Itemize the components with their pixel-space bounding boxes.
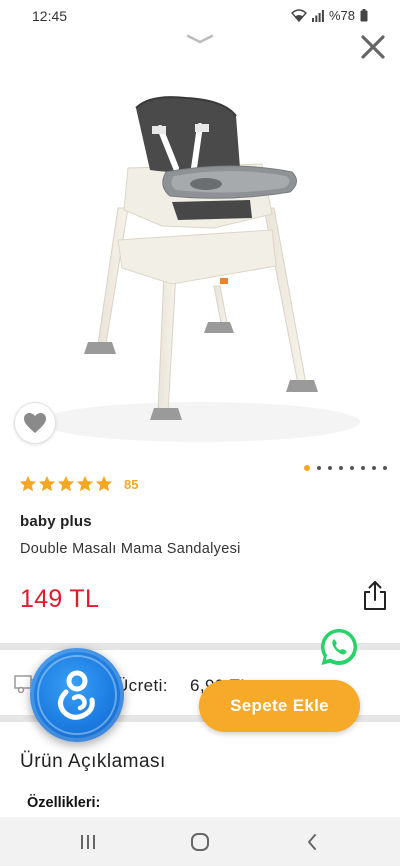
product-description-title[interactable]: Ürün Açıklaması <box>20 751 166 773</box>
star-icon <box>95 475 113 492</box>
home-button[interactable] <box>160 817 240 866</box>
star-icon <box>19 475 37 492</box>
product-title: Double Masalı Mama Sandalyesi <box>20 541 241 557</box>
image-pager <box>304 465 387 471</box>
pager-dot[interactable] <box>328 466 332 470</box>
product-price: 149 TL <box>20 585 100 613</box>
favorite-button[interactable] <box>14 402 56 444</box>
battery-level: %78 <box>328 8 355 23</box>
product-image[interactable] <box>0 72 400 456</box>
pager-dot[interactable] <box>350 466 354 470</box>
rating-count: 85 <box>124 476 139 492</box>
system-nav-bar <box>0 817 400 866</box>
chevron-down-icon[interactable] <box>184 32 216 46</box>
pager-dot[interactable] <box>317 466 321 470</box>
close-icon[interactable] <box>356 30 390 64</box>
star-icon <box>76 475 94 492</box>
pager-dot[interactable] <box>361 466 365 470</box>
pager-dot[interactable] <box>304 465 310 471</box>
home-icon <box>191 832 209 851</box>
pager-dot[interactable] <box>383 466 387 470</box>
pager-dot[interactable] <box>339 466 343 470</box>
star-icon <box>38 475 56 492</box>
pager-dot[interactable] <box>372 466 376 470</box>
battery-icon <box>360 9 368 22</box>
brand-name[interactable]: baby plus <box>20 513 92 530</box>
recent-apps-button[interactable] <box>48 817 128 866</box>
star-icon <box>57 475 75 492</box>
signal-icon <box>311 9 324 22</box>
product-rating[interactable]: 85 <box>19 475 138 493</box>
status-icons: %78 <box>290 8 368 23</box>
rating-stars <box>19 475 113 493</box>
add-to-cart-button[interactable]: Sepete Ekle <box>199 680 360 732</box>
high-chair-image <box>40 96 360 442</box>
share-icon[interactable] <box>362 579 388 611</box>
whatsapp-icon[interactable] <box>318 626 360 668</box>
wifi-icon <box>290 9 307 22</box>
heart-icon <box>24 413 46 433</box>
back-icon <box>308 833 316 850</box>
status-time: 12:45 <box>32 8 68 24</box>
status-bar: 12:45 %78 <box>0 0 400 32</box>
recent-apps-icon <box>81 834 95 849</box>
assistant-button[interactable] <box>30 648 124 742</box>
features-label: Özellikleri: <box>27 795 101 811</box>
assistant-icon <box>58 670 95 720</box>
back-button[interactable] <box>272 817 352 866</box>
